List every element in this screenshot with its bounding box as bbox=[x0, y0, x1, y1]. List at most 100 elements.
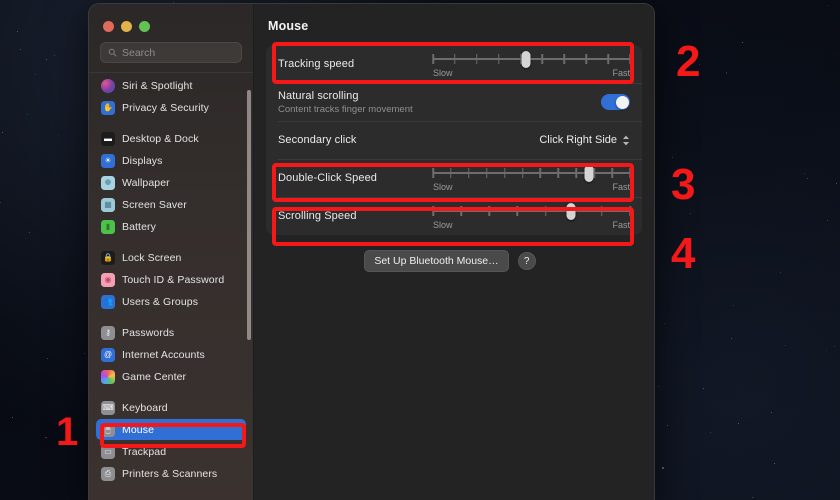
sidebar-item-battery[interactable]: ▮ Battery bbox=[96, 216, 246, 237]
slider-tick bbox=[516, 205, 519, 216]
secondary-click-label-wrap: Secondary click bbox=[278, 134, 357, 146]
scrolling-speed-knob[interactable] bbox=[566, 202, 576, 220]
natural-scrolling-control bbox=[601, 94, 630, 110]
star bbox=[2, 132, 4, 134]
secondary-click-row: Secondary click Click Right Side bbox=[266, 121, 642, 159]
slider-tick bbox=[476, 53, 478, 64]
slider-tick bbox=[432, 205, 434, 216]
search-placeholder: Search bbox=[122, 46, 156, 59]
star bbox=[827, 5, 829, 7]
search-input[interactable]: Search bbox=[100, 42, 242, 63]
star bbox=[827, 220, 829, 222]
star bbox=[662, 467, 664, 469]
double-click-speed-track[interactable] bbox=[432, 164, 631, 182]
window-traffic-lights bbox=[89, 4, 253, 32]
sidebar-item-privacy-security[interactable]: ✋ Privacy & Security bbox=[96, 97, 246, 118]
star bbox=[835, 183, 837, 185]
sidebar-item-label: Lock Screen bbox=[122, 251, 182, 264]
sidebar-item-label: Wallpaper bbox=[122, 176, 170, 189]
desktop-background: Search Siri & Spotlight ✋ Privacy & Securi… bbox=[0, 0, 840, 500]
page-title: Mouse bbox=[268, 19, 309, 33]
trackpad-icon: ▭ bbox=[101, 444, 115, 459]
lock-screen-icon: 🔒 bbox=[101, 250, 115, 265]
star bbox=[54, 54, 56, 56]
slider-tick bbox=[432, 53, 434, 64]
double-click-speed-label: Double-Click Speed bbox=[278, 172, 378, 184]
sidebar-item-lock-screen[interactable]: 🔒 Lock Screen bbox=[96, 247, 246, 268]
sidebar-item-label: Mouse bbox=[122, 423, 155, 436]
star bbox=[20, 49, 22, 51]
star bbox=[690, 212, 692, 214]
double-click-speed-slider[interactable]: Slow Fast bbox=[432, 160, 631, 197]
scrolling-speed-track[interactable] bbox=[432, 202, 631, 220]
annotation-number-1: 1 bbox=[56, 410, 79, 454]
set-up-bluetooth-mouse-button[interactable]: Set Up Bluetooth Mouse… bbox=[364, 250, 509, 272]
slider-tick bbox=[544, 205, 547, 216]
star bbox=[726, 71, 728, 73]
content-pane: Mouse Tracking speed Slow Fast Natural s… bbox=[254, 4, 654, 500]
sidebar-item-siri-spotlight[interactable]: Siri & Spotlight bbox=[96, 75, 246, 96]
toggle-knob bbox=[615, 95, 629, 109]
sidebar-item-label: Screen Saver bbox=[122, 198, 187, 211]
natural-scrolling-label-wrap: Natural scrolling Content tracks finger … bbox=[278, 90, 413, 115]
scrolling-speed-min-label: Slow bbox=[433, 219, 453, 230]
sidebar-scrollbar[interactable] bbox=[247, 90, 251, 340]
sidebar-item-wallpaper[interactable]: ❁ Wallpaper bbox=[96, 172, 246, 193]
tracking-speed-knob[interactable] bbox=[521, 50, 531, 68]
sidebar-item-printers-scanners[interactable]: ⎙ Printers & Scanners bbox=[96, 463, 246, 484]
star bbox=[27, 113, 29, 115]
annotation-number-2: 2 bbox=[676, 37, 701, 86]
tracking-speed-track[interactable] bbox=[432, 50, 631, 68]
scrolling-speed-max-label: Fast bbox=[612, 219, 630, 230]
zoom-button[interactable] bbox=[139, 21, 150, 32]
slider-tick bbox=[585, 53, 587, 64]
scrolling-speed-end-labels: Slow Fast bbox=[433, 220, 630, 230]
star bbox=[35, 74, 37, 76]
internet-accounts-icon: @ bbox=[101, 347, 115, 362]
sidebar-item-label: Internet Accounts bbox=[122, 348, 205, 361]
passwords-key-icon: ⚷ bbox=[101, 325, 115, 340]
scrolling-speed-slider[interactable]: Slow Fast bbox=[432, 198, 631, 235]
sidebar-item-label: Passwords bbox=[122, 326, 175, 339]
secondary-click-dropdown[interactable]: Click Right Side bbox=[539, 134, 630, 146]
close-button[interactable] bbox=[103, 21, 114, 32]
star bbox=[833, 345, 835, 347]
star bbox=[0, 201, 2, 203]
natural-scrolling-toggle[interactable] bbox=[601, 94, 630, 110]
double-click-speed-knob[interactable] bbox=[584, 164, 594, 182]
sidebar-item-touch-id-password[interactable]: ◉ Touch ID & Password bbox=[96, 269, 246, 290]
sidebar-item-mouse[interactable]: 🖱 Mouse bbox=[96, 419, 246, 440]
star bbox=[770, 412, 772, 414]
star bbox=[737, 422, 740, 425]
help-button[interactable]: ? bbox=[517, 252, 536, 270]
star bbox=[667, 425, 669, 427]
sidebar-item-passwords[interactable]: ⚷ Passwords bbox=[96, 322, 246, 343]
sidebar-item-displays[interactable]: ☀ Displays bbox=[96, 150, 246, 171]
star bbox=[657, 385, 659, 387]
displays-icon: ☀ bbox=[101, 153, 115, 168]
game-center-icon bbox=[101, 369, 115, 384]
sidebar-item-trackpad[interactable]: ▭ Trackpad bbox=[96, 441, 246, 462]
star bbox=[84, 352, 86, 354]
sidebar-item-screen-saver[interactable]: ▦ Screen Saver bbox=[96, 194, 246, 215]
sidebar-item-users-groups[interactable]: 👥 Users & Groups bbox=[96, 291, 246, 312]
star bbox=[45, 59, 47, 61]
slider-tick bbox=[557, 167, 560, 178]
battery-icon: ▮ bbox=[101, 219, 115, 234]
double-click-speed-row: Double-Click Speed Slow Fast bbox=[266, 159, 642, 197]
sidebar-item-keyboard[interactable]: ⌨ Keyboard bbox=[96, 397, 246, 418]
sidebar-item-desktop-dock[interactable]: ▬ Desktop & Dock bbox=[96, 128, 246, 149]
star bbox=[703, 388, 705, 390]
tracking-speed-slider[interactable]: Slow Fast bbox=[432, 46, 631, 83]
annotation-number-4: 4 bbox=[671, 229, 696, 278]
star bbox=[784, 344, 786, 346]
siri-icon bbox=[101, 78, 115, 93]
slider-line bbox=[433, 57, 630, 60]
sidebar-item-internet-accounts[interactable]: @ Internet Accounts bbox=[96, 344, 246, 365]
minimize-button[interactable] bbox=[121, 21, 132, 32]
sidebar-item-game-center[interactable]: Game Center bbox=[96, 366, 246, 387]
scrolling-speed-label: Scrolling Speed bbox=[278, 210, 357, 222]
desktop-dock-icon: ▬ bbox=[101, 131, 115, 146]
